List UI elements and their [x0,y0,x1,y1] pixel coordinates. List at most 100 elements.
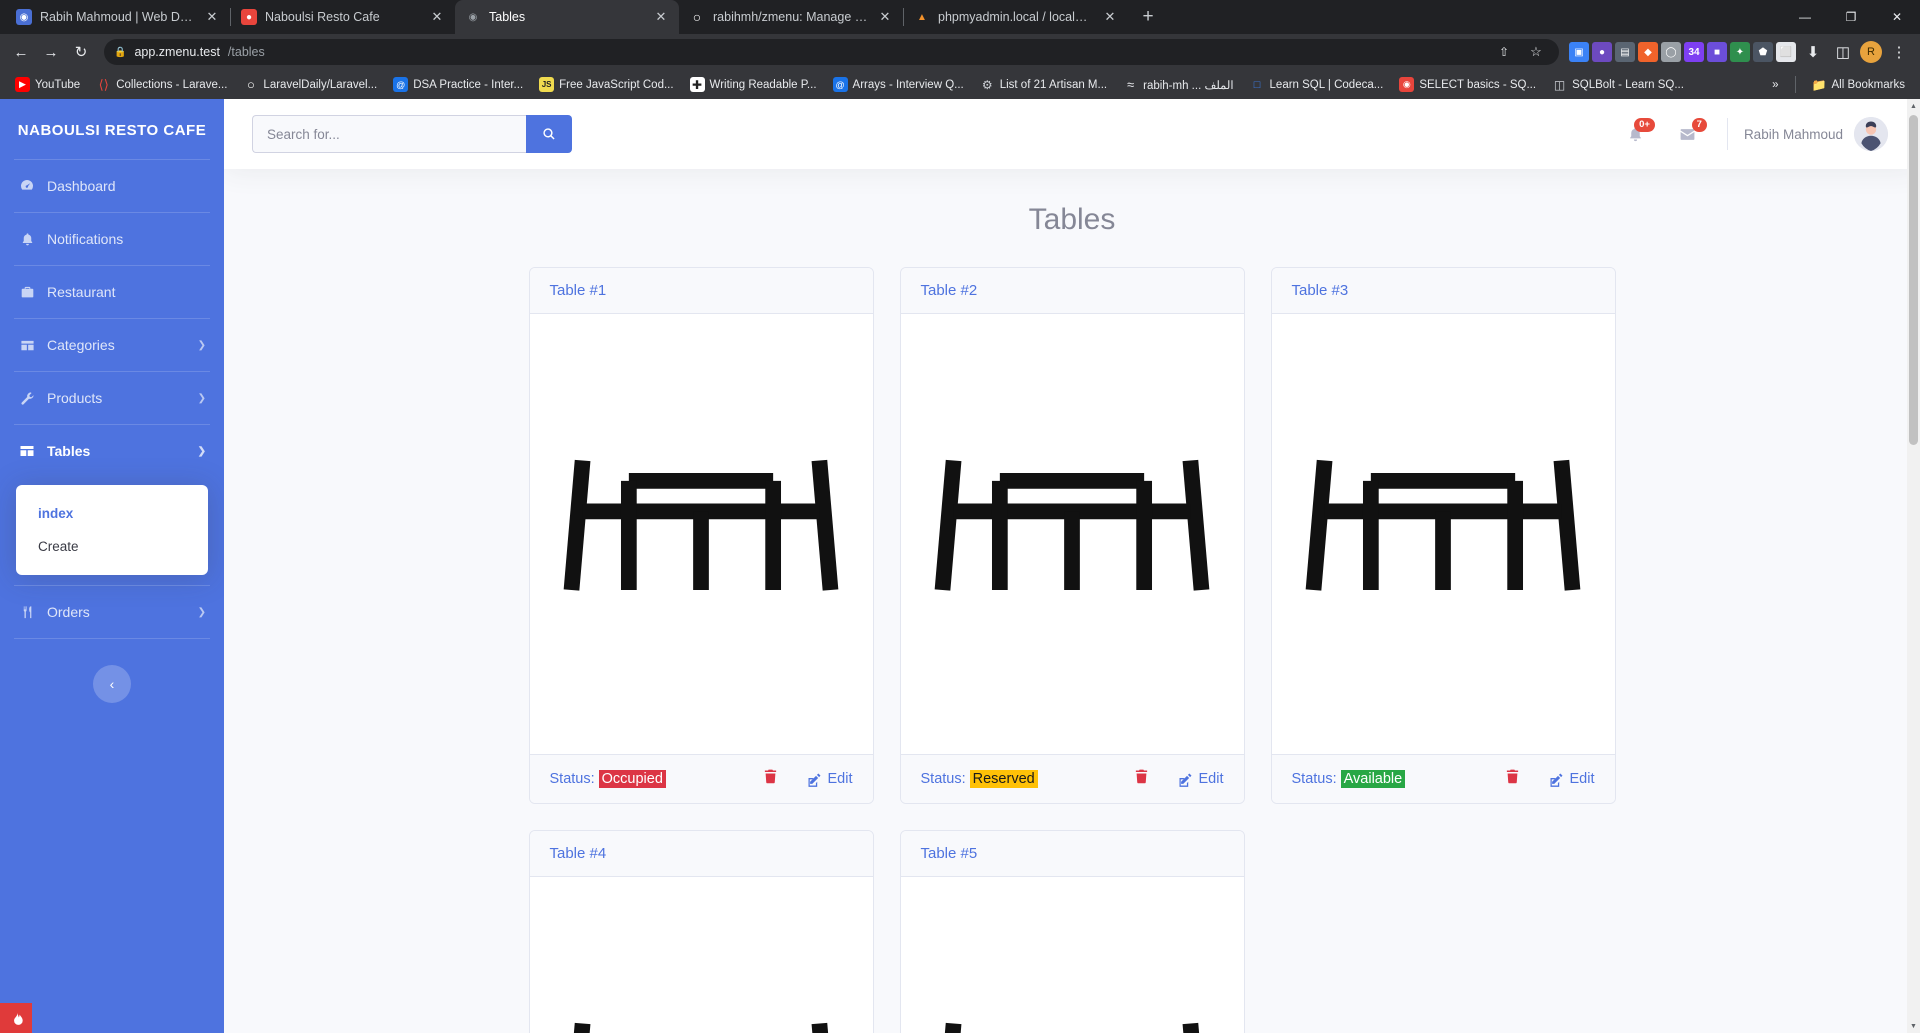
browser-profile-avatar[interactable]: R [1860,41,1882,63]
bookmark-item[interactable]: @ Arrays - Interview Q... [826,74,971,95]
bookmarks-overflow-button[interactable]: » [1765,76,1785,94]
extension-icon[interactable]: ● [1592,42,1612,62]
browser-tab[interactable]: ○ rabihmh/zmenu: Manage your re ✕ [679,0,903,34]
tab-title: Tables [489,10,526,24]
extension-icon[interactable]: ⬟ [1753,42,1773,62]
app-topbar: 0+ 7 Rabih Mahmoud [224,99,1920,169]
bookmark-label: rabih-mh ... الملف [1143,79,1234,92]
search-button[interactable] [526,115,572,153]
user-menu[interactable]: Rabih Mahmoud [1744,117,1892,151]
close-icon[interactable]: ✕ [429,9,445,25]
status-badge: Available [1340,770,1406,788]
browser-tab-active[interactable]: ◉ Tables ✕ [455,0,679,34]
extension-icon[interactable]: 34 [1684,42,1704,62]
submenu-item-create[interactable]: Create [16,530,208,563]
close-icon[interactable]: ✕ [877,9,893,25]
extension-icon[interactable]: ■ [1707,42,1727,62]
bookmark-item[interactable]: ▶ YouTube [8,74,87,95]
extension-icon[interactable]: ▤ [1615,42,1635,62]
bookmark-item[interactable]: JS Free JavaScript Cod... [532,74,680,95]
submenu-item-index[interactable]: index [16,497,208,530]
bookmark-item[interactable]: ◉ SELECT basics - SQ... [1392,74,1543,95]
table-illustration [1305,459,1581,591]
bookmark-item[interactable]: ⟨⟩ Collections - Larave... [89,74,234,95]
maximize-button[interactable]: ❐ [1828,0,1874,34]
scroll-up-arrow[interactable]: ▲ [1907,99,1920,113]
user-name: Rabih Mahmoud [1743,126,1843,142]
bookmark-item[interactable]: ≈ rabih-mh ... الملف [1116,74,1240,95]
sidebar-item-categories[interactable]: Categories ❯ [0,319,224,371]
bookmark-item[interactable]: ✚ Writing Readable P... [683,74,824,95]
scrollbar-thumb[interactable] [1909,115,1918,445]
sidebar-item-notifications[interactable]: Notifications [0,213,224,265]
bookmark-item[interactable]: ◫ SQLBolt - Learn SQ... [1545,74,1691,95]
sidebar-item-products[interactable]: Products ❯ [0,372,224,424]
tab-favicon: ▲ [917,11,927,23]
delete-button[interactable] [1504,768,1521,790]
edit-button[interactable]: Edit [1549,771,1595,787]
close-icon[interactable]: ✕ [1102,9,1118,25]
share-icon[interactable]: ⇧ [1491,43,1517,61]
extension-icon[interactable]: ⬜ [1776,42,1796,62]
extension-icon[interactable]: ▣ [1569,42,1589,62]
table-illustration [944,1022,1200,1033]
close-icon[interactable]: ✕ [204,9,220,25]
table-card: Table #3 Status: Available Edit [1270,267,1616,804]
bookmark-label: LaravelDaily/Laravel... [263,78,378,91]
tab-strip: ◉ Rabih Mahmoud | Web Developer ✕ ● Nabo… [0,0,1920,34]
briefcase-icon [18,283,36,301]
sidebar-item-tables[interactable]: Tables ❯ [0,425,224,477]
extension-icon[interactable]: ✦ [1730,42,1750,62]
back-icon[interactable]: ← [8,39,34,65]
browser-menu-icon[interactable]: ⋮ [1886,39,1912,65]
all-bookmarks-button[interactable]: 📁 All Bookmarks [1805,74,1913,95]
delete-button[interactable] [762,768,779,790]
bookmark-item[interactable]: ○ LaravelDaily/Laravel... [236,74,384,95]
new-tab-button[interactable]: + [1134,3,1162,31]
reload-icon[interactable]: ↻ [68,39,94,65]
topbar-right: 0+ 7 Rabih Mahmoud [1613,111,1892,157]
table-image [529,314,873,754]
side-panel-icon[interactable]: ◫ [1830,39,1856,65]
browser-tab[interactable]: ● Naboulsi Resto Cafe ✕ [231,0,455,34]
status-badge: Reserved [969,770,1038,788]
avatar [1854,117,1888,151]
chevron-right-icon: ❯ [197,606,206,618]
sidebar-item-dashboard[interactable]: Dashboard [0,160,224,212]
status-label: Status: [920,771,966,787]
address-bar[interactable]: 🔒 app.zmenu.test/tables ⇧ ☆ [104,39,1559,65]
github-icon: ○ [246,77,255,92]
bookmark-item[interactable]: □ Learn SQL | Codeca... [1243,74,1391,95]
bookmark-item[interactable]: @ DSA Practice - Inter... [386,74,530,95]
browser-tab[interactable]: ◉ Rabih Mahmoud | Web Developer ✕ [6,0,230,34]
bookmark-item[interactable]: ⚙ List of 21 Artisan M... [973,74,1114,95]
edit-button[interactable]: Edit [1178,771,1224,787]
download-icon[interactable]: ⬇ [1800,39,1826,65]
extension-icon[interactable]: ◆ [1638,42,1658,62]
bell-icon [18,230,36,248]
browser-tab[interactable]: ▲ phpmyadmin.local / localhost / t ✕ [904,0,1128,34]
sidebar-item-restaurant[interactable]: Restaurant [0,266,224,318]
brand-title[interactable]: Naboulsi Resto Cafe [0,99,224,159]
sidebar-item-label: Dashboard [47,178,116,195]
bookmark-star-icon[interactable]: ☆ [1523,43,1549,61]
page-scrollbar[interactable]: ▲ ▼ [1907,99,1920,1033]
tab-favicon: ○ [692,9,702,25]
alerts-button[interactable]: 0+ [1613,111,1659,157]
delete-button[interactable] [1133,768,1150,790]
search-input[interactable] [252,115,526,153]
messages-button[interactable]: 7 [1665,111,1711,157]
extension-icon[interactable]: ◯ [1661,42,1681,62]
close-window-button[interactable]: ✕ [1874,0,1920,34]
sidebar-collapse-button[interactable]: ‹ [93,665,131,704]
sidebar-item-label: Orders [47,604,90,621]
scroll-down-arrow[interactable]: ▼ [1907,1019,1920,1033]
forward-icon[interactable]: → [38,39,64,65]
close-icon[interactable]: ✕ [653,9,669,25]
laravel-debugbar-badge[interactable] [0,1003,32,1033]
sidebar-item-orders[interactable]: Orders ❯ [0,586,224,638]
edit-button[interactable]: Edit [807,771,853,787]
bookmark-label: Free JavaScript Cod... [559,78,674,91]
youtube-icon: ▶ [15,77,30,92]
minimize-button[interactable]: — [1782,0,1828,34]
